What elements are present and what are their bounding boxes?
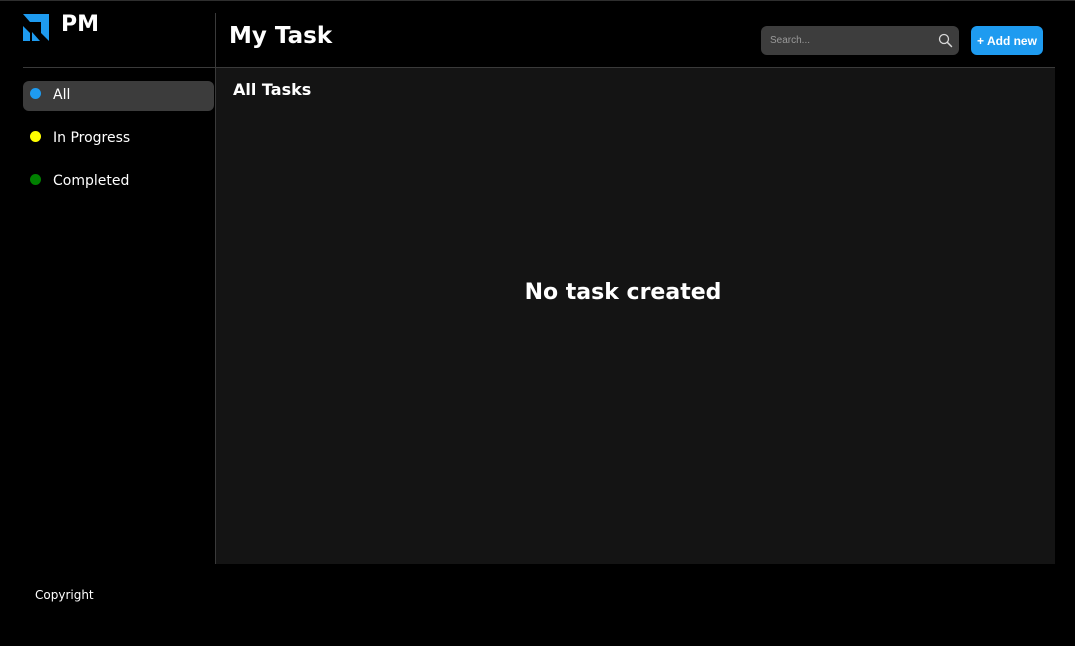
search-input[interactable] (761, 26, 931, 55)
status-dot-icon (30, 88, 41, 99)
footer-copyright: Copyright (35, 588, 94, 602)
page-title: My Task (229, 23, 333, 49)
status-dot-icon (30, 174, 41, 185)
brand-logo[interactable]: PM (23, 12, 99, 41)
sidebar-item-label: In Progress (53, 130, 131, 146)
sidebar-item-label: Completed (53, 173, 130, 189)
status-dot-icon (30, 131, 41, 142)
add-new-button[interactable]: + Add new (971, 26, 1043, 55)
sidebar-item-in-progress[interactable]: In Progress (23, 124, 214, 154)
sidebar-item-completed[interactable]: Completed (23, 167, 214, 197)
search-box (761, 26, 959, 55)
top-border (0, 0, 1075, 1)
brand-logo-icon (23, 14, 49, 41)
task-panel: All Tasks No task created (216, 68, 1055, 564)
brand-name: PM (61, 12, 100, 37)
search-icon[interactable] (938, 33, 953, 48)
empty-state-message: No task created (524, 280, 722, 305)
sidebar-item-all[interactable]: All (23, 81, 214, 111)
section-title: All Tasks (233, 80, 312, 99)
sidebar-item-label: All (53, 87, 71, 103)
